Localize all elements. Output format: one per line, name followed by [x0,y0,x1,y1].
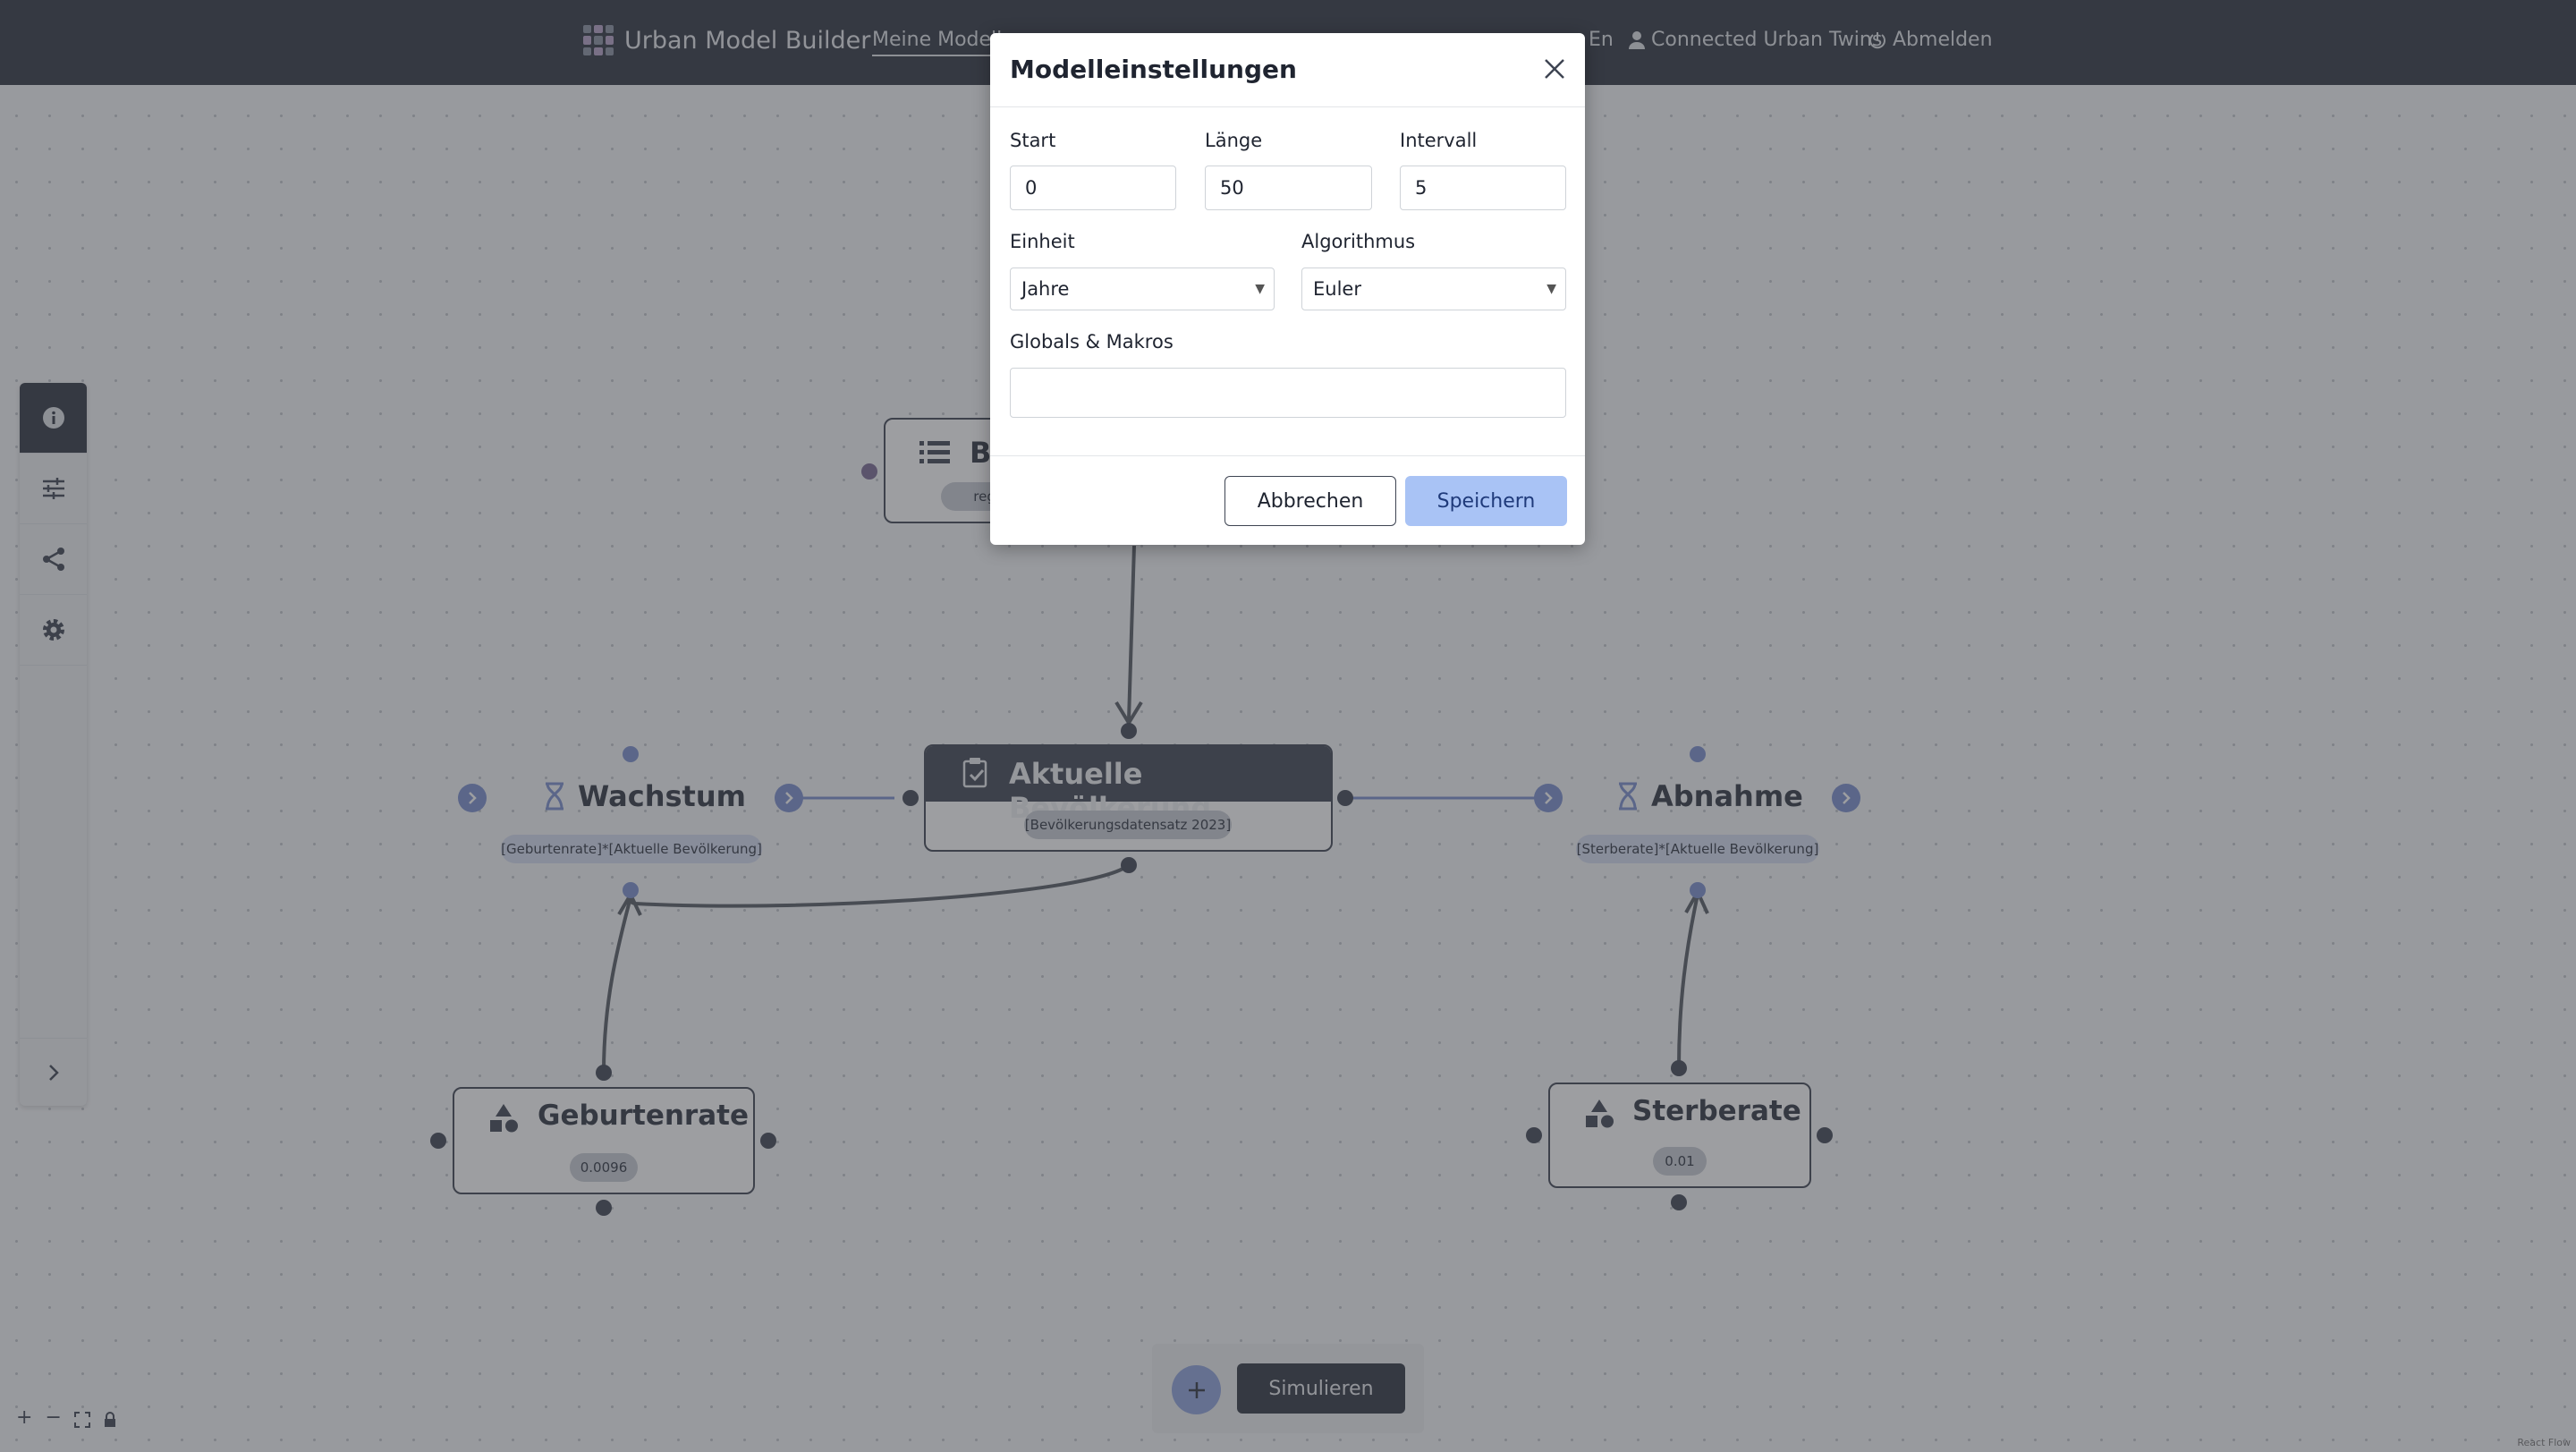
globals-textarea[interactable] [1010,368,1566,418]
length-input[interactable] [1205,166,1372,210]
length-label: Länge [1205,130,1263,151]
close-icon[interactable] [1540,55,1569,83]
unit-select[interactable]: Jahre ▼ [1010,267,1275,310]
interval-input[interactable] [1400,166,1566,210]
globals-label: Globals & Makros [1010,331,1174,352]
caret-down-icon: ▼ [1546,282,1556,296]
cancel-button[interactable]: Abbrechen [1224,476,1396,526]
start-input[interactable] [1010,166,1176,210]
unit-label: Einheit [1010,231,1075,252]
interval-label: Intervall [1400,130,1478,151]
algorithm-select-value: Euler [1313,278,1361,300]
algorithm-label: Algorithmus [1301,231,1416,252]
modal-title: Modelleinstellungen [1010,55,1297,84]
modal-header: Modelleinstellungen [990,33,1585,107]
algorithm-select[interactable]: Euler ▼ [1301,267,1566,310]
start-label: Start [1010,130,1056,151]
save-button[interactable]: Speichern [1405,476,1567,526]
caret-down-icon: ▼ [1255,282,1265,296]
model-settings-modal: Modelleinstellungen Start Länge Interval… [990,33,1585,545]
unit-select-value: Jahre [1021,278,1070,300]
modal-footer: Abbrechen Speichern [990,455,1585,546]
